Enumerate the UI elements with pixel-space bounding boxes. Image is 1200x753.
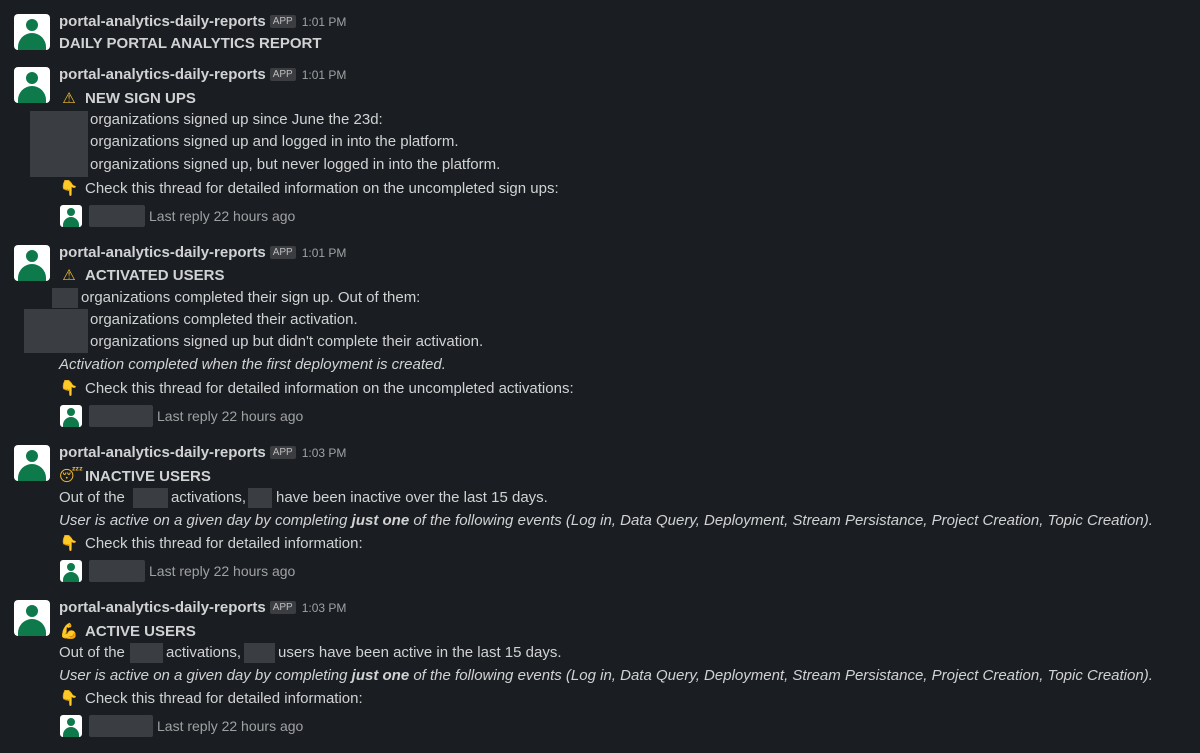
sender-name[interactable]: portal-analytics-daily-reports [59, 66, 266, 83]
app-badge: APP [269, 246, 296, 259]
redacted-value [89, 405, 153, 427]
note-emphasis: just one [351, 512, 410, 529]
report-line-part: activations, [166, 644, 242, 661]
thread-last-reply-link[interactable]: Last reply 22 hours ago [149, 560, 295, 582]
report-line-part: Out of the [59, 489, 125, 506]
report-line: organizations completed their sign up. O… [81, 289, 421, 306]
note-part: User is active on a given day by complet… [59, 512, 352, 529]
message-title-row: 😴 INACTIVE USERS [59, 465, 211, 487]
note-part: User is active on a given day by complet… [59, 667, 352, 684]
report-line-part: Out of the [59, 644, 125, 661]
thread-last-reply-link[interactable]: Last reply 22 hours ago [157, 405, 303, 427]
warning-icon: ⚠ [62, 266, 76, 284]
message-title: ACTIVE USERS [85, 623, 196, 640]
bot-avatar[interactable] [14, 245, 50, 281]
message-header: portal-analytics-daily-reports APP 1:03 PM [59, 444, 346, 464]
thread-reply-avatar[interactable] [60, 405, 82, 427]
redacted-value [24, 309, 88, 353]
report-line: organizations signed up since June the 2… [90, 111, 383, 128]
timestamp[interactable]: 1:01 PM [302, 15, 347, 29]
message-title-row: ⚠ ACTIVATED USERS [59, 264, 224, 286]
pointing-down-icon: 👇 [59, 379, 79, 397]
check-thread-row: 👇 Check this thread for detailed informat… [59, 377, 574, 399]
pointing-down-icon: 👇 [59, 689, 79, 707]
message-title: INACTIVE USERS [85, 468, 211, 485]
pointing-down-icon: 👇 [59, 179, 79, 197]
redacted-value [244, 643, 275, 663]
app-badge: APP [269, 601, 296, 614]
message-title: DAILY PORTAL ANALYTICS REPORT [59, 35, 322, 52]
thread-reply-avatar[interactable] [60, 715, 82, 737]
redacted-value [130, 643, 163, 663]
thread-last-reply-link[interactable]: Last reply 22 hours ago [149, 205, 295, 227]
thread-reply-avatar[interactable] [60, 205, 82, 227]
app-badge: APP [269, 446, 296, 459]
app-badge: APP [269, 68, 296, 81]
sender-name[interactable]: portal-analytics-daily-reports [59, 13, 266, 30]
redacted-value [248, 488, 272, 508]
bot-avatar[interactable] [14, 600, 50, 636]
redacted-value [52, 288, 78, 308]
report-line: organizations completed their activation… [90, 311, 358, 328]
redacted-value [89, 205, 145, 227]
note-text: Activation completed when the first depl… [59, 356, 446, 373]
thread-last-reply-link[interactable]: Last reply 22 hours ago [157, 715, 303, 737]
pointing-down-icon: 👇 [59, 534, 79, 552]
redacted-value [30, 111, 88, 177]
report-line-part: users have been active in the last 15 da… [278, 644, 562, 661]
timestamp[interactable]: 1:03 PM [302, 601, 347, 615]
report-line-part: activations, [171, 489, 247, 506]
sender-name[interactable]: portal-analytics-daily-reports [59, 444, 266, 461]
check-thread-row: 👇 Check this thread for detailed informat… [59, 687, 363, 709]
note-text: User is active on a given day by complet… [59, 665, 1153, 687]
thread-reply-avatar[interactable] [60, 560, 82, 582]
report-line-part: have been inactive over the last 15 days… [276, 489, 548, 506]
report-line: organizations signed up, but never logge… [90, 156, 501, 173]
report-line: organizations signed up and logged in in… [90, 133, 459, 150]
message-header: portal-analytics-daily-reports APP 1:03 PM [59, 599, 346, 619]
sender-name[interactable]: portal-analytics-daily-reports [59, 244, 266, 261]
sleepy-face-icon: 😴 [59, 467, 84, 485]
timestamp[interactable]: 1:01 PM [302, 68, 347, 82]
redacted-value [89, 715, 153, 737]
message-header: portal-analytics-daily-reports APP 1:01 PM [59, 244, 346, 264]
redacted-value [89, 560, 145, 582]
redacted-value [133, 488, 168, 508]
check-thread-row: 👇 Check this thread for detailed informat… [59, 532, 363, 554]
bot-avatar[interactable] [14, 445, 50, 481]
warning-icon: ⚠ [62, 89, 76, 107]
report-line: organizations signed up but didn't compl… [90, 333, 484, 350]
message-title: ACTIVATED USERS [85, 267, 225, 284]
bot-avatar[interactable] [14, 67, 50, 103]
timestamp[interactable]: 1:01 PM [302, 246, 347, 260]
sender-name[interactable]: portal-analytics-daily-reports [59, 599, 266, 616]
check-thread-text: Check this thread for detailed informati… [85, 180, 559, 197]
check-thread-text: Check this thread for detailed informati… [85, 380, 574, 397]
note-part: of the following events (Log in, Data Qu… [409, 512, 1153, 529]
bot-avatar[interactable] [14, 14, 50, 50]
message-title: NEW SIGN UPS [85, 90, 196, 107]
message-header: portal-analytics-daily-reports APP 1:01 PM [59, 66, 346, 86]
flexed-biceps-icon: 💪 [59, 622, 79, 640]
check-thread-text: Check this thread for detailed informati… [85, 690, 363, 707]
app-badge: APP [269, 15, 296, 28]
message-header: portal-analytics-daily-reports APP 1:01 PM [59, 13, 346, 33]
message-title-row: ⚠ NEW SIGN UPS [59, 87, 196, 109]
note-text: User is active on a given day by complet… [59, 510, 1153, 532]
timestamp[interactable]: 1:03 PM [302, 446, 347, 460]
note-part: of the following events (Log in, Data Qu… [409, 667, 1153, 684]
check-thread-row: 👇 Check this thread for detailed informat… [59, 177, 559, 199]
check-thread-text: Check this thread for detailed informati… [85, 535, 363, 552]
message-title-row: 💪 ACTIVE USERS [59, 620, 196, 642]
note-emphasis: just one [351, 667, 410, 684]
